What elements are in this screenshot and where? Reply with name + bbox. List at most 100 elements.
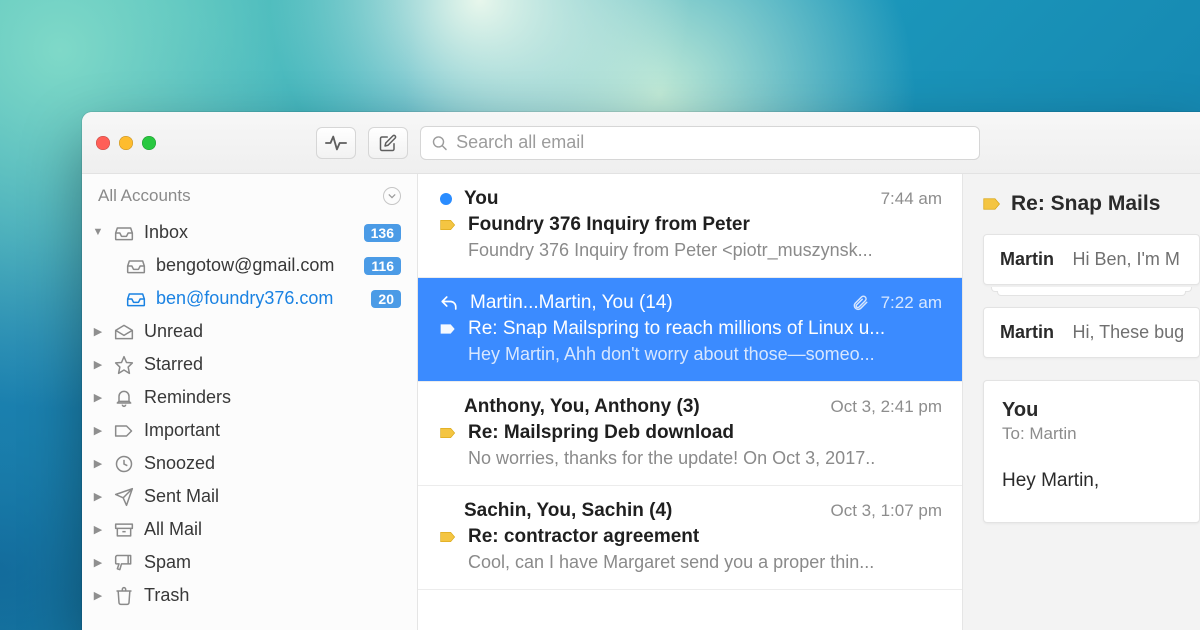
message-time: Oct 3, 2:41 pm [831, 397, 943, 417]
sidebar-item-snoozed[interactable]: ▶ Snoozed [82, 447, 417, 480]
disclosure-triangle-icon[interactable]: ▼ [92, 226, 104, 238]
compose-to: To: Martin [1002, 424, 1181, 444]
message-row[interactable]: Sachin, You, Sachin (4) Oct 3, 1:07 pm R… [418, 486, 962, 590]
window-traffic-lights [96, 136, 156, 150]
minimize-icon[interactable] [119, 136, 133, 150]
disclosure-triangle-icon[interactable]: ▶ [92, 424, 104, 437]
activity-icon [325, 134, 347, 152]
sidebar-item-inbox[interactable]: ▼ Inbox 136 [82, 216, 417, 249]
label-icon [440, 426, 456, 440]
maximize-icon[interactable] [142, 136, 156, 150]
activity-button[interactable] [316, 127, 356, 159]
disclosure-triangle-icon[interactable]: ▶ [92, 391, 104, 404]
sidebar: All Accounts ▼ Inbox 136 bengotow@gmail.… [82, 174, 418, 630]
sidebar-item-label: Inbox [144, 222, 354, 243]
message-from: Sachin, You, Sachin (4) [464, 500, 819, 522]
sidebar-account-0[interactable]: bengotow@gmail.com 116 [82, 249, 417, 282]
sidebar-item-reminders[interactable]: ▶ Reminders [82, 381, 417, 414]
disclosure-triangle-icon[interactable]: ▶ [92, 457, 104, 470]
close-icon[interactable] [96, 136, 110, 150]
inbox-icon [114, 225, 134, 241]
message-subject: Foundry 376 Inquiry from Peter [468, 214, 942, 236]
sidebar-header[interactable]: All Accounts [82, 180, 417, 216]
unread-count-badge: 136 [364, 224, 401, 242]
compose-button[interactable] [368, 127, 408, 159]
window-toolbar [82, 112, 1200, 174]
sidebar-item-starred[interactable]: ▶ Starred [82, 348, 417, 381]
message-from: Martin...Martin, You (14) [470, 292, 839, 314]
message-time: 7:44 am [881, 189, 942, 209]
sidebar-item-unread[interactable]: ▶ Unread [82, 315, 417, 348]
disclosure-triangle-icon[interactable]: ▶ [92, 589, 104, 602]
reply-icon [440, 295, 458, 311]
sidebar-item-label: Snoozed [144, 453, 401, 474]
clock-icon [114, 454, 134, 474]
trash-icon [114, 586, 134, 606]
disclosure-triangle-icon[interactable]: ▶ [92, 523, 104, 536]
message-from: Anthony, You, Anthony (3) [464, 396, 819, 418]
search-input[interactable] [456, 132, 969, 153]
compose-body[interactable]: Hey Martin, [1002, 470, 1181, 492]
sidebar-item-important[interactable]: ▶ Important [82, 414, 417, 447]
unread-count-badge: 116 [364, 257, 401, 275]
reader-subject-text: Re: Snap Mails [1011, 192, 1160, 216]
message-time: Oct 3, 1:07 pm [831, 501, 943, 521]
sidebar-item-label: Reminders [144, 387, 401, 408]
message-row[interactable]: Anthony, You, Anthony (3) Oct 3, 2:41 pm… [418, 382, 962, 486]
sidebar-item-label: Spam [144, 552, 401, 573]
tag-icon [114, 423, 134, 439]
mail-open-icon [114, 323, 134, 341]
message-snippet: No worries, thanks for the update! On Oc… [440, 448, 942, 469]
thumbs-down-icon [114, 553, 134, 573]
collapsed-stack-icon[interactable] [983, 287, 1200, 289]
chevron-down-icon[interactable] [383, 187, 401, 205]
sidebar-item-label: Unread [144, 321, 401, 342]
label-icon [983, 196, 1001, 212]
message-snippet: Hey Martin, Ahh don't worry about those—… [440, 344, 942, 365]
message-snippet: Foundry 376 Inquiry from Peter <piotr_mu… [440, 240, 942, 261]
message-row[interactable]: You 7:44 am Foundry 376 Inquiry from Pet… [418, 174, 962, 278]
sidebar-item-sent[interactable]: ▶ Sent Mail [82, 480, 417, 513]
thread-preview: Hi Ben, I'm M [1072, 249, 1179, 269]
sidebar-item-label: All Mail [144, 519, 401, 540]
sidebar-item-label: Starred [144, 354, 401, 375]
thread-card[interactable]: Martin Hi Ben, I'm M [983, 234, 1200, 285]
reader-subject: Re: Snap Mails [983, 192, 1200, 216]
compose-icon [379, 134, 397, 152]
message-snippet: Cool, can I have Margaret send you a pro… [440, 552, 942, 573]
sidebar-item-spam[interactable]: ▶ Spam [82, 546, 417, 579]
message-row[interactable]: Martin...Martin, You (14) 7:22 am Re: Sn… [418, 278, 962, 382]
compose-card[interactable]: You To: Martin Hey Martin, [983, 380, 1200, 523]
sidebar-item-allmail[interactable]: ▶ All Mail [82, 513, 417, 546]
reading-pane: Re: Snap Mails Martin Hi Ben, I'm M Mart… [963, 174, 1200, 630]
bell-icon [114, 388, 134, 408]
search-field[interactable] [420, 126, 980, 160]
sidebar-item-label: Sent Mail [144, 486, 401, 507]
message-subject: Re: contractor agreement [468, 526, 942, 548]
sidebar-item-label: ben@foundry376.com [156, 288, 361, 309]
send-icon [114, 487, 134, 507]
disclosure-triangle-icon[interactable]: ▶ [92, 358, 104, 371]
sidebar-item-label: bengotow@gmail.com [156, 255, 354, 276]
search-icon [431, 134, 448, 152]
sidebar-item-label: Important [144, 420, 401, 441]
message-subject: Re: Mailspring Deb download [468, 422, 942, 444]
unread-dot-icon [440, 193, 452, 205]
compose-from: You [1002, 399, 1181, 422]
message-list: You 7:44 am Foundry 376 Inquiry from Pet… [418, 174, 963, 630]
inbox-icon [126, 291, 146, 307]
sidebar-item-trash[interactable]: ▶ Trash [82, 579, 417, 612]
sidebar-account-1[interactable]: ben@foundry376.com 20 [82, 282, 417, 315]
thread-card[interactable]: Martin Hi, These bug [983, 307, 1200, 358]
unread-count-badge: 20 [371, 290, 401, 308]
message-from: You [464, 188, 869, 210]
mail-app-window: All Accounts ▼ Inbox 136 bengotow@gmail.… [82, 112, 1200, 630]
disclosure-triangle-icon[interactable]: ▶ [92, 325, 104, 338]
thread-preview: Hi, These bug [1072, 322, 1184, 342]
disclosure-triangle-icon[interactable]: ▶ [92, 490, 104, 503]
message-subject: Re: Snap Mailspring to reach millions of… [468, 318, 942, 340]
disclosure-triangle-icon[interactable]: ▶ [92, 556, 104, 569]
thread-sender: Martin [1000, 322, 1054, 342]
inbox-icon [126, 258, 146, 274]
thread-sender: Martin [1000, 249, 1054, 269]
